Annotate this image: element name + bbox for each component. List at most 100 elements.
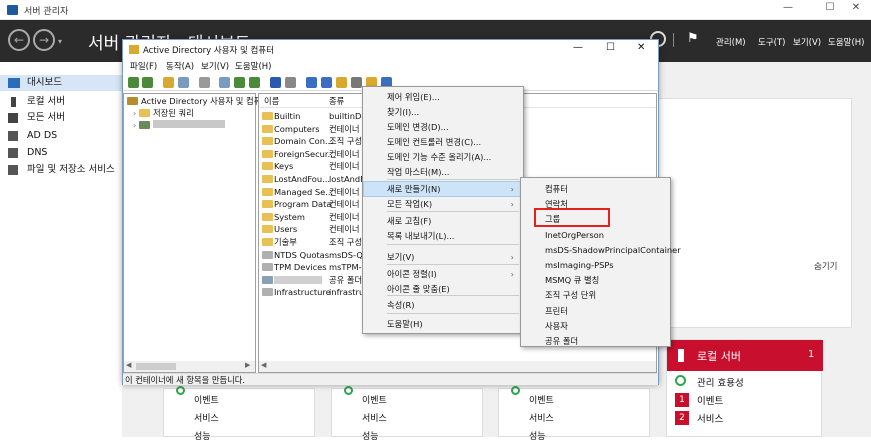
back-icon[interactable] [128,77,139,88]
filter-icon[interactable] [351,77,362,88]
server-tile[interactable]: 이벤트 서비스 성능 [498,386,650,442]
tile-row-events[interactable]: 이벤트 [529,393,554,406]
submenu-item-computer[interactable]: 컴퓨터 [522,182,669,196]
item-name: 기술부 [274,237,297,247]
item-name: ForeignSecur... [274,148,336,159]
back-icon[interactable]: ← [8,29,30,51]
app-icon [7,5,18,15]
sidebar-item-dns[interactable]: DNS [0,145,122,161]
scroll-thumb[interactable] [136,363,176,370]
context-item-find[interactable]: 찾기(I)... [364,105,522,119]
tile-row-events[interactable]: 이벤트 [362,393,387,406]
context-item-refresh[interactable]: 새로 고침(F) [364,214,522,228]
context-item-arrange-icons[interactable]: 아이콘 정렬(I) › [364,267,522,281]
tile-row-services[interactable]: 서비스 [529,411,554,424]
context-item-help[interactable]: 도움말(H) [364,317,522,331]
submenu-item-shared-folder[interactable]: 공유 폴더 [522,334,669,348]
folder-icon [262,149,273,158]
console-icon[interactable] [285,77,296,88]
close-button[interactable]: ✕ [841,2,871,18]
app-title: 서버 관리자 [24,7,69,17]
new-group-icon[interactable] [321,77,332,88]
sidebar-item-dashboard[interactable]: 대시보드 [0,75,122,91]
tile-row-services[interactable]: 서비스 [362,411,387,424]
sidebar-item-file-storage[interactable]: 파일 및 저장소 서비스 [0,162,122,178]
context-item-operations-masters[interactable]: 작업 마스터(M)... [364,165,522,179]
forward-icon[interactable] [142,77,153,88]
scroll-right-arrow[interactable]: ▶ [245,361,250,369]
tile-row-events[interactable]: 이벤트 [697,393,723,407]
local-server-tile[interactable]: 로컬 서버 1 관리 효용성 1 이벤트 2 서비스 [666,339,823,437]
flag-icon[interactable]: ⚑ [687,31,699,46]
local-server-tile-header[interactable]: 로컬 서버 1 [667,340,823,371]
menu-help[interactable]: 도움말(H) [235,60,271,72]
column-type[interactable]: 종류 [329,95,344,107]
new-user-icon[interactable] [306,77,317,88]
help-icon[interactable] [270,77,281,88]
menu-item-label: 모든 작업(K) [387,199,433,209]
submenu-item-printer[interactable]: 프린터 [522,304,669,318]
context-item-view[interactable]: 보기(V) › [364,250,522,264]
tree-pane: Active Directory 사용자 및 컴퓨 › 저장된 쿼리 › ◀ ▶ [123,93,261,373]
tile-row-services[interactable]: 서비스 [697,411,723,425]
context-item-raise-functional-level[interactable]: 도메인 기능 수준 올리기(A)... [364,150,522,164]
tile-row-manageability[interactable]: 관리 효용성 [697,375,744,389]
tile-row-performance[interactable]: 성능 [529,429,546,442]
tile-row-services[interactable]: 서비스 [194,411,219,424]
submenu-item-msimaging-psps[interactable]: msImaging-PSPs [522,258,669,272]
nav-dropdown-icon[interactable]: ▾ [58,37,62,46]
submenu-item-msds-shadow[interactable]: msDS-ShadowPrincipalContainer [522,243,681,257]
server-tile[interactable]: 이벤트 서비스 성능 [163,386,315,442]
minimize-button[interactable]: — [773,2,803,18]
context-item-all-tasks[interactable]: 모든 작업(K) › [364,197,522,211]
tree-root[interactable]: Active Directory 사용자 및 컴퓨 [127,95,261,107]
context-item-properties[interactable]: 속성(R) [364,298,522,312]
tree-domain[interactable]: › [133,119,225,131]
context-item-change-dc[interactable]: 도메인 컨트롤러 변경(C)... [364,135,522,149]
context-item-delegate-control[interactable]: 제어 위임(E)... [364,90,522,104]
new-ou-icon[interactable] [336,77,347,88]
scroll-left-arrow[interactable]: ◀ [126,361,131,369]
menu-view[interactable]: 보기(V) [201,60,229,72]
tile-row-performance[interactable]: 성능 [362,429,379,442]
tile-row-events[interactable]: 이벤트 [194,393,219,406]
copy-icon[interactable] [199,77,210,88]
sidebar-item-adds[interactable]: AD DS [0,128,122,144]
menu-file[interactable]: 파일(F) [130,60,157,72]
menu-action[interactable]: 동작(A) [166,60,194,72]
window-minimize-button[interactable]: — [573,42,583,53]
context-item-new[interactable]: 새로 만들기(N) › [363,181,523,197]
horizontal-scrollbar[interactable]: ◀ ▶ [124,361,255,372]
hide-link[interactable]: 숨기기 [814,260,837,272]
window-titlebar[interactable]: Active Directory 사용자 및 컴퓨터 — ☐ ✕ [123,40,658,60]
submenu-item-inetorgperson[interactable]: InetOrgPerson [522,228,669,242]
tree-saved-queries[interactable]: › 저장된 쿼리 [133,107,194,119]
forward-icon[interactable]: → [33,29,55,51]
item-type: 공유 폴더 [329,274,363,285]
refresh-icon[interactable] [234,77,245,88]
tile-row-performance[interactable]: 성능 [194,429,211,442]
export-icon[interactable] [249,77,260,88]
submenu-item-ou[interactable]: 조직 구성 단위 [522,288,669,302]
context-item-line-up-icons[interactable]: 아이콘 줄 맞춤(E) [364,282,522,296]
column-name[interactable]: 이름 [264,95,279,107]
item-type: 컨테이너 [329,123,360,134]
menu-manage[interactable]: 관리(M) [716,36,746,48]
window-close-button[interactable]: ✕ [637,42,645,53]
scroll-left-arrow[interactable]: ◀ [261,361,266,369]
menu-tools[interactable]: 도구(T) [758,36,785,48]
context-item-change-domain[interactable]: 도메인 변경(D)... [364,120,522,134]
server-tile[interactable]: 이벤트 서비스 성능 [331,386,483,442]
submenu-item-user[interactable]: 사용자 [522,319,669,333]
menu-help[interactable]: 도움말(H) [828,36,864,48]
menu-view[interactable]: 보기(V) [793,36,821,48]
sidebar-item-local-server[interactable]: 로컬 서버 [0,94,122,110]
properties-icon[interactable] [219,77,230,88]
sidebar-item-all-servers[interactable]: 모든 서버 [0,110,122,126]
show-tree-icon[interactable] [178,77,189,88]
submenu-item-msmq-alias[interactable]: MSMQ 큐 별칭 [522,273,669,287]
horizontal-scrollbar[interactable]: ◀ [259,361,656,372]
up-folder-icon[interactable] [163,77,174,88]
window-maximize-button[interactable]: ☐ [606,42,615,53]
context-item-export-list[interactable]: 목록 내보내기(L)... [364,229,522,243]
